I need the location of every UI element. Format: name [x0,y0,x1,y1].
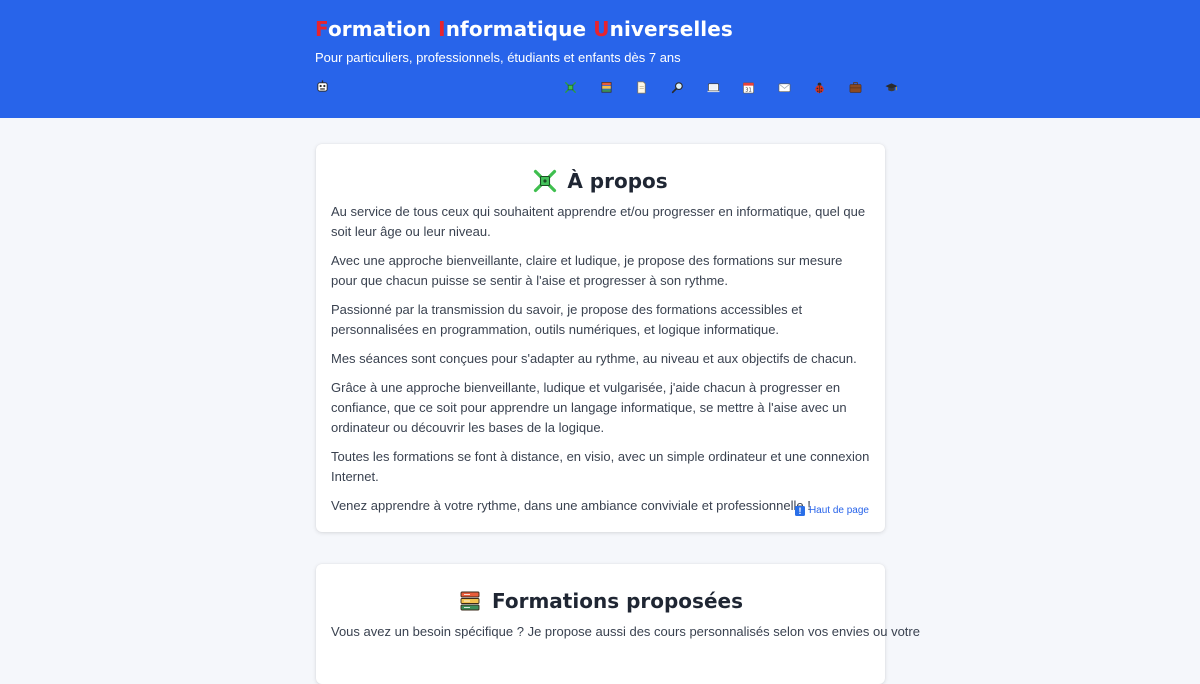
nav-link-planning[interactable]: 31 [731,78,767,96]
laptop-icon [707,82,720,92]
page-icon [637,81,647,93]
section-a-propos: À propos Au service de tous ceux qui sou… [316,144,885,532]
main-nav: 31 [315,78,898,98]
section-body: Au service de tous ceux qui souhaitent a… [316,202,885,516]
title-initial: I [438,17,446,41]
puzzle-piece-icon [534,169,557,193]
paragraph: Avec une approche bienveillante, claire … [331,252,843,288]
nav-link-professionnels[interactable] [838,78,874,96]
svg-text:31: 31 [746,87,752,93]
nav-links: 31 [553,78,909,96]
robot-face-icon[interactable] [315,79,329,93]
nav-link-formations[interactable] [589,78,625,96]
nav-link-a-propos[interactable] [553,78,589,96]
paragraph: Grâce à une approche bienveillante, ludi… [331,380,847,435]
books-icon [601,81,612,93]
paragraph: Au service de tous ceux qui souhaitent a… [331,204,866,239]
paragraph: Mes séances sont conçues pour s'adapter … [331,350,857,366]
nav-link-contact[interactable] [767,78,803,96]
briefcase-icon [849,81,862,93]
back-to-top-label: Haut de page [808,505,869,516]
site-subtitle: Pour particuliers, professionnels, étudi… [315,50,681,65]
paragraph: Toutes les formations se font à distance… [331,448,870,484]
title-word: ormation [327,17,439,41]
section-formations: Formations proposées Vous avez un besoin… [316,564,920,684]
header-content: Formation Informatique Universelles Pour… [315,16,898,98]
puzzle-piece-icon [565,81,577,93]
paragraph: Venez apprendre à votre rythme, dans une… [331,497,811,513]
site-title[interactable]: Formation Informatique Universelles [315,16,885,42]
section-title-text: Formations proposées [492,589,743,613]
envelope-icon [778,82,791,92]
section-body: Vous avez un besoin spécifique ? Je prop… [316,622,920,642]
books-icon [460,591,480,611]
nav-link-debogage[interactable] [802,78,838,96]
site-header: Formation Informatique Universelles Pour… [0,0,1200,118]
nav-link-documents[interactable] [624,78,660,96]
nav-link-recherche[interactable] [660,78,696,96]
back-to-top-link[interactable]: ! Haut de page [794,505,869,516]
paragraph: Vous avez un besoin spécifique ? Je prop… [331,624,920,639]
graduation-cap-icon [885,82,898,91]
calendar-icon: 31 [743,82,755,93]
title-word: niverselles [609,17,733,41]
nav-link-etudiants[interactable] [873,78,909,96]
nav-link-visio[interactable] [695,78,731,96]
section-title: À propos [316,144,885,202]
paragraph: Passionné par la transmission du savoir,… [331,301,803,337]
title-initial: F [315,17,328,41]
title-initial: U [593,17,610,41]
ladybug-icon [815,82,825,93]
section-title-text: À propos [567,169,668,193]
magnifier-icon [671,81,683,93]
section-title: Formations proposées [316,564,885,622]
exclamation-icon: ! [794,505,805,516]
title-word: nformatique [445,17,594,41]
